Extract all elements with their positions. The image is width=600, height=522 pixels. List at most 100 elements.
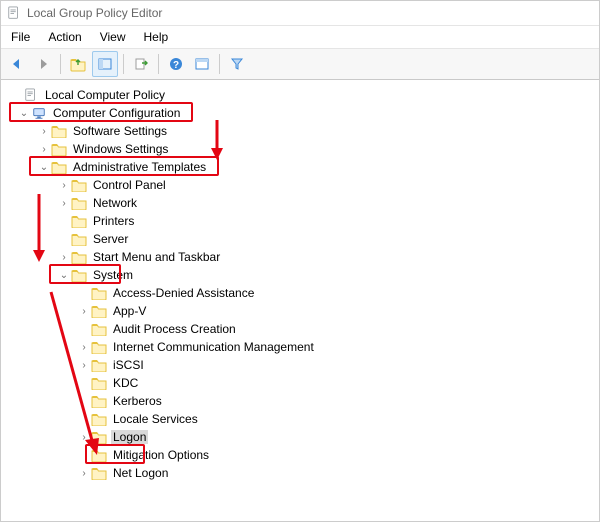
arrow-right-icon — [35, 56, 51, 72]
svg-text:?: ? — [173, 60, 179, 71]
folder-icon — [71, 178, 87, 192]
folder-icon — [91, 466, 107, 480]
toolbar-separator — [219, 54, 220, 74]
folder-icon — [71, 268, 87, 282]
folder-icon — [91, 394, 107, 408]
folder-icon — [91, 448, 107, 462]
tree-label: Printers — [91, 214, 136, 228]
tree-label: Net Logon — [111, 466, 170, 480]
folder-icon — [71, 214, 87, 228]
export-icon — [133, 56, 149, 72]
folder-icon — [51, 124, 67, 138]
toolbar: ? — [1, 49, 599, 80]
chevron-down-icon[interactable]: ⌄ — [37, 162, 51, 173]
folder-icon — [91, 304, 107, 318]
pane-icon — [97, 56, 113, 72]
folder-icon — [91, 412, 107, 426]
tree-item-start-menu-taskbar[interactable]: › Start Menu and Taskbar — [5, 248, 599, 266]
gpedit-icon — [7, 6, 21, 20]
folder-icon — [71, 250, 87, 264]
chevron-down-icon[interactable]: ⌄ — [17, 108, 31, 119]
folder-icon — [71, 196, 87, 210]
funnel-icon — [229, 56, 245, 72]
chevron-right-icon[interactable]: › — [57, 198, 71, 209]
tree-item-server[interactable]: Server — [5, 230, 599, 248]
tree-item-audit-process[interactable]: Audit Process Creation — [5, 320, 599, 338]
tree-root[interactable]: Local Computer Policy — [5, 86, 599, 104]
tree-label: Server — [91, 232, 130, 246]
arrow-left-icon — [9, 56, 25, 72]
chevron-right-icon[interactable]: › — [57, 180, 71, 191]
toolbar-export[interactable] — [129, 52, 153, 76]
chevron-right-icon[interactable]: › — [77, 360, 91, 371]
tree-item-iscsi[interactable]: › iSCSI — [5, 356, 599, 374]
tree-item-appv[interactable]: › App-V — [5, 302, 599, 320]
chevron-down-icon[interactable]: ⌄ — [57, 270, 71, 281]
tree-item-kerberos[interactable]: Kerberos — [5, 392, 599, 410]
folder-icon — [91, 358, 107, 372]
toolbar-separator — [123, 54, 124, 74]
tree-label: Software Settings — [71, 124, 169, 138]
menu-file[interactable]: File — [11, 30, 30, 44]
toolbar-filter[interactable] — [225, 52, 249, 76]
tree-item-system[interactable]: ⌄ System — [5, 266, 599, 284]
tree-label: Windows Settings — [71, 142, 170, 156]
chevron-right-icon[interactable]: › — [77, 306, 91, 317]
tree-item-printers[interactable]: Printers — [5, 212, 599, 230]
menu-action[interactable]: Action — [48, 30, 81, 44]
tree-item-administrative-templates[interactable]: ⌄ Administrative Templates — [5, 158, 599, 176]
folder-icon — [51, 160, 67, 174]
tree-item-software-settings[interactable]: › Software Settings — [5, 122, 599, 140]
tree-item-computer-configuration[interactable]: ⌄ Computer Configuration — [5, 104, 599, 122]
chevron-right-icon[interactable]: › — [77, 468, 91, 479]
folder-up-icon — [70, 56, 86, 72]
tree-label: Control Panel — [91, 178, 168, 192]
chevron-right-icon[interactable]: › — [57, 252, 71, 263]
tree-label: Local Computer Policy — [43, 88, 167, 102]
tree-item-mitigation-options[interactable]: Mitigation Options — [5, 446, 599, 464]
folder-icon — [51, 142, 67, 156]
tree-item-network[interactable]: › Network — [5, 194, 599, 212]
chevron-right-icon[interactable]: › — [37, 126, 51, 137]
tree-label: System — [91, 268, 135, 282]
window: Local Group Policy Editor File Action Vi… — [0, 0, 600, 522]
folder-icon — [91, 430, 107, 444]
tree-label: Logon — [111, 430, 148, 444]
tree-item-logon[interactable]: › Logon — [5, 428, 599, 446]
tree-item-kdc[interactable]: KDC — [5, 374, 599, 392]
folder-icon — [91, 376, 107, 390]
tree-item-internet-comm[interactable]: › Internet Communication Management — [5, 338, 599, 356]
folder-icon — [91, 340, 107, 354]
tree-item-net-logon[interactable]: › Net Logon — [5, 464, 599, 482]
tree-label: Mitigation Options — [111, 448, 211, 462]
folder-icon — [91, 286, 107, 300]
tree-item-access-denied[interactable]: Access-Denied Assistance — [5, 284, 599, 302]
tree-label: App-V — [111, 304, 148, 318]
toolbar-up[interactable] — [66, 52, 90, 76]
tree-pane[interactable]: Local Computer Policy ⌄ Computer Configu… — [1, 80, 599, 521]
toolbar-back[interactable] — [5, 52, 29, 76]
chevron-right-icon[interactable]: › — [77, 342, 91, 353]
toolbar-showtree[interactable] — [92, 51, 118, 77]
folder-icon — [71, 232, 87, 246]
properties-icon — [194, 56, 210, 72]
chevron-right-icon[interactable]: › — [37, 144, 51, 155]
tree-item-locale-services[interactable]: Locale Services — [5, 410, 599, 428]
tree-label: Internet Communication Management — [111, 340, 316, 354]
menu-help[interactable]: Help — [144, 30, 169, 44]
menu-view[interactable]: View — [100, 30, 126, 44]
pc-icon — [31, 106, 47, 120]
tree-label: Administrative Templates — [71, 160, 208, 174]
tree-label: iSCSI — [111, 358, 146, 372]
chevron-right-icon[interactable]: › — [77, 432, 91, 443]
toolbar-help[interactable]: ? — [164, 52, 188, 76]
toolbar-separator — [158, 54, 159, 74]
tree-item-control-panel[interactable]: › Control Panel — [5, 176, 599, 194]
toolbar-properties[interactable] — [190, 52, 214, 76]
tree-item-windows-settings[interactable]: › Windows Settings — [5, 140, 599, 158]
toolbar-separator — [60, 54, 61, 74]
toolbar-forward[interactable] — [31, 52, 55, 76]
tree-label: Kerberos — [111, 394, 164, 408]
tree-label: Audit Process Creation — [111, 322, 238, 336]
menubar: File Action View Help — [1, 26, 599, 49]
